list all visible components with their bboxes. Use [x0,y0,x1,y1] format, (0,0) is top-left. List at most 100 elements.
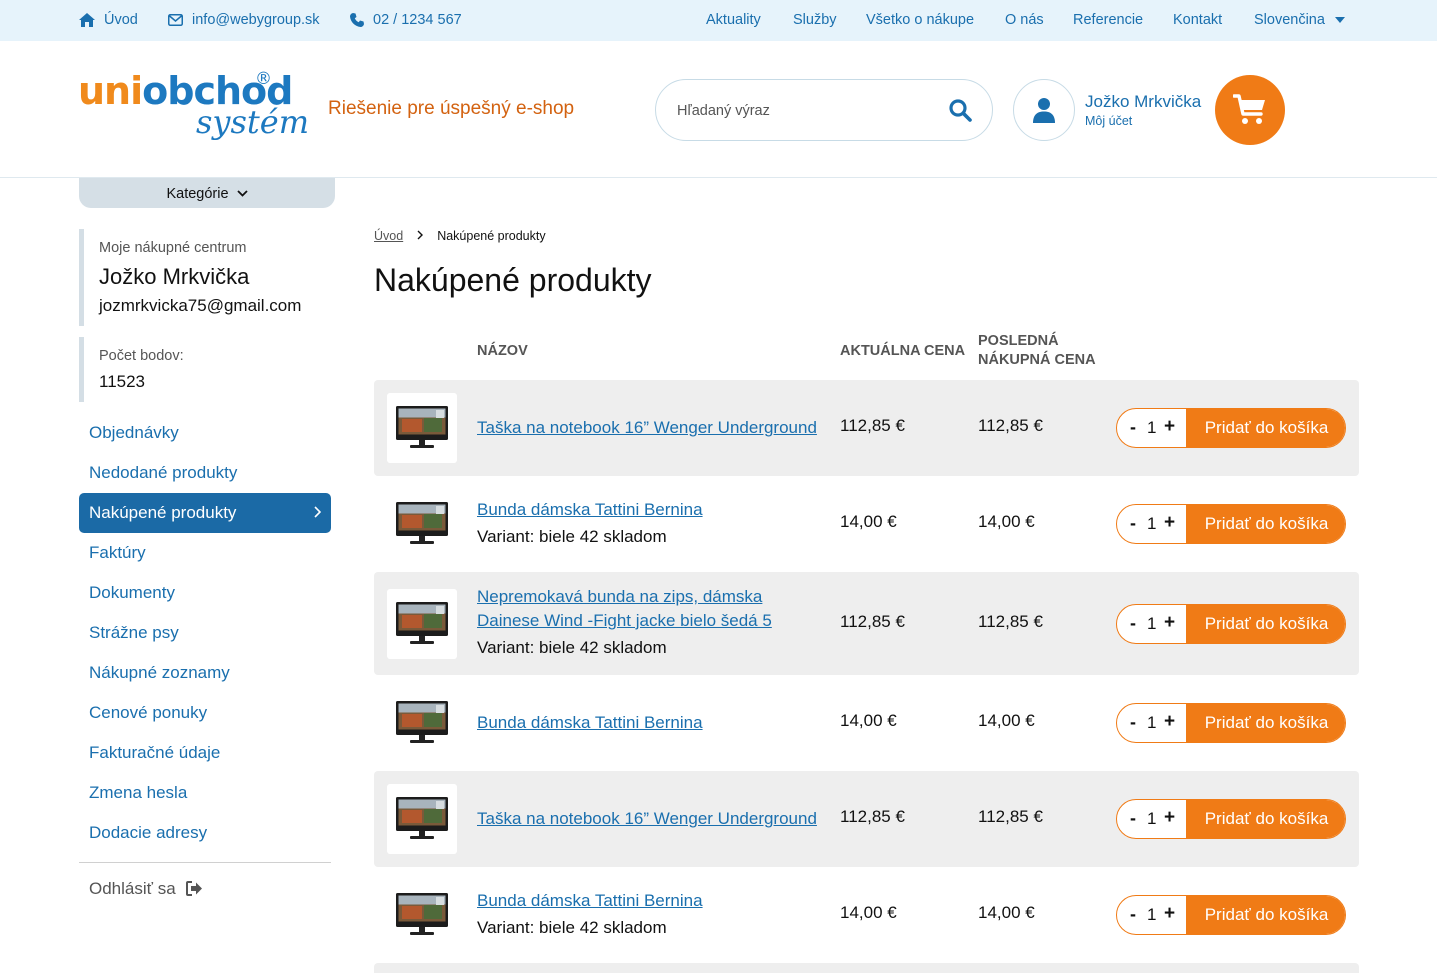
menu-item-dokumenty[interactable]: Dokumenty [79,573,331,613]
logo[interactable]: uniobchod ® systém [78,69,310,149]
table-row: Nepremokavá bunda na zips, dámska Daines… [374,572,1359,675]
product-name-link[interactable]: Taška na notebook 16” Wenger Underground [477,416,827,440]
search-input[interactable] [677,97,927,125]
product-thumbnail[interactable] [387,393,457,463]
table-row: Bunda dámska Tattini Bernina 14,00 € 14,00… [374,675,1359,771]
categories-button[interactable]: Kategórie [79,178,335,208]
nav-sluzby[interactable]: Služby [793,0,837,41]
product-name-link[interactable]: Bunda dámska Tattini Bernina [477,889,827,913]
search-icon[interactable] [948,98,972,127]
product-thumbnail[interactable] [387,784,457,854]
current-price: 112,85 € [840,807,905,826]
last-purchase-price: 14,00 € [978,903,1035,922]
breadcrumb-home[interactable]: Úvod [374,229,403,243]
product-name-link[interactable]: Taška na notebook 16” Wenger Underground [477,807,827,831]
product-thumbnail[interactable] [387,880,457,950]
account-name[interactable]: Jožko Mrkvička [1085,92,1201,112]
logout-label: Odhlásiť sa [89,879,176,898]
top-home-label: Úvod [104,12,138,28]
quantity-increase-button[interactable]: + [1164,512,1175,534]
column-header-last-price-line1: Posledná [978,333,1059,349]
menu-item-nakupne-zoznamy[interactable]: Nákupné zoznamy [79,653,331,693]
top-bar: Úvod info@webygroup.sk 02 / 1234 567 Akt… [0,0,1437,41]
add-to-cart-button[interactable]: Pridať do košíka [1186,409,1345,447]
quantity-decrease-button[interactable]: - [1130,613,1136,634]
product-variant: Variant: biele 42 skladom [477,638,667,657]
top-phone-label: 02 / 1234 567 [373,12,462,28]
quantity-value[interactable]: 1 [1147,905,1156,925]
logout-link[interactable]: Odhlásiť sa [89,879,203,901]
menu-item-cenove-ponuky[interactable]: Cenové ponuky [79,693,331,733]
product-thumbnail[interactable] [387,688,457,758]
user-name: Jožko Mrkvička [99,264,250,289]
quantity-value[interactable]: 1 [1147,809,1156,829]
top-home-link[interactable]: Úvod [79,0,138,41]
nav-vsetko-o-nakupe[interactable]: Všetko o nákupe [866,0,974,41]
language-select[interactable]: Slovenčina [1254,0,1345,41]
table-row: Taška na notebook 16” Wenger Underground… [374,771,1359,867]
quantity-decrease-button[interactable]: - [1130,417,1136,438]
account-menu: Objednávky Nedodané produkty Nakúpené pr… [79,413,331,853]
shopping-center-label: Moje nákupné centrum [99,240,247,256]
quantity-stepper: -1 + Pridať do košíka [1116,604,1346,644]
chevron-right-icon [417,229,424,243]
top-email-link[interactable]: info@webygroup.sk [168,0,320,41]
quantity-decrease-button[interactable]: - [1130,513,1136,534]
user-icon [1033,98,1055,123]
product-name-link[interactable]: Nepremokavá bunda na zips, dámska Daines… [477,585,807,633]
quantity-stepper: -1 + Pridať do košíka [1116,703,1346,743]
menu-item-fakturacne-udaje[interactable]: Fakturačné údaje [79,733,331,773]
categories-label: Kategórie [166,186,229,202]
quantity-increase-button[interactable]: + [1164,416,1175,438]
product-name-link[interactable]: Bunda dámska Tattini Bernina [477,711,827,735]
current-price: 14,00 € [840,711,897,730]
menu-item-zmena-hesla[interactable]: Zmena hesla [79,773,331,813]
sign-out-icon [185,881,203,901]
chevron-right-icon [314,493,322,533]
top-phone-link[interactable]: 02 / 1234 567 [350,0,462,41]
product-thumbnail[interactable] [387,589,457,659]
page-title: Nakúpené produkty [374,262,652,298]
quantity-value[interactable]: 1 [1147,418,1156,438]
cart-button[interactable] [1215,75,1285,145]
caret-down-icon [1334,17,1345,24]
nav-o-nas[interactable]: O nás [1005,0,1044,41]
add-to-cart-button[interactable]: Pridať do košíka [1186,896,1345,934]
menu-item-faktury[interactable]: Faktúry [79,533,331,573]
nav-referencie[interactable]: Referencie [1073,0,1143,41]
add-to-cart-button[interactable]: Pridať do košíka [1186,800,1345,838]
menu-item-strazne-psy[interactable]: Strážne psy [79,613,331,653]
add-to-cart-button[interactable]: Pridať do košíka [1186,605,1345,643]
chevron-down-icon [236,178,248,208]
logo-subtitle: systém [196,103,310,141]
quantity-increase-button[interactable]: + [1164,711,1175,733]
quantity-decrease-button[interactable]: - [1130,808,1136,829]
quantity-value[interactable]: 1 [1147,614,1156,634]
home-icon [79,13,95,28]
product-thumbnail[interactable] [387,489,457,559]
cart-icon [1233,94,1265,124]
language-label: Slovenčina [1254,12,1325,28]
menu-item-nakupene-produkty[interactable]: Nakúpené produkty [79,493,331,533]
nav-aktuality[interactable]: Aktuality [706,0,761,41]
last-purchase-price: 14,00 € [978,711,1035,730]
menu-item-objednavky[interactable]: Objednávky [79,413,331,453]
product-name-link[interactable]: Bunda dámska Tattini Bernina [477,498,827,522]
add-to-cart-button[interactable]: Pridať do košíka [1186,704,1345,742]
quantity-value[interactable]: 1 [1147,713,1156,733]
table-row: Bunda dámska Tattini Bernina Variant: bie… [374,867,1359,963]
quantity-increase-button[interactable]: + [1164,903,1175,925]
quantity-decrease-button[interactable]: - [1130,904,1136,925]
quantity-value[interactable]: 1 [1147,514,1156,534]
quantity-increase-button[interactable]: + [1164,612,1175,634]
user-info-panel: Moje nákupné centrum Jožko Mrkvička jozm… [79,229,331,326]
menu-item-nedodane-produkty[interactable]: Nedodané produkty [79,453,331,493]
my-account-link[interactable]: Môj účet [1085,114,1132,128]
add-to-cart-button[interactable]: Pridať do košíka [1186,505,1345,543]
breadcrumb: Úvod Nakúpené produkty [374,229,546,243]
quantity-increase-button[interactable]: + [1164,807,1175,829]
menu-item-dodacie-adresy[interactable]: Dodacie adresy [79,813,331,853]
quantity-decrease-button[interactable]: - [1130,712,1136,733]
account-button[interactable] [1013,79,1075,141]
nav-kontakt[interactable]: Kontakt [1173,0,1222,41]
